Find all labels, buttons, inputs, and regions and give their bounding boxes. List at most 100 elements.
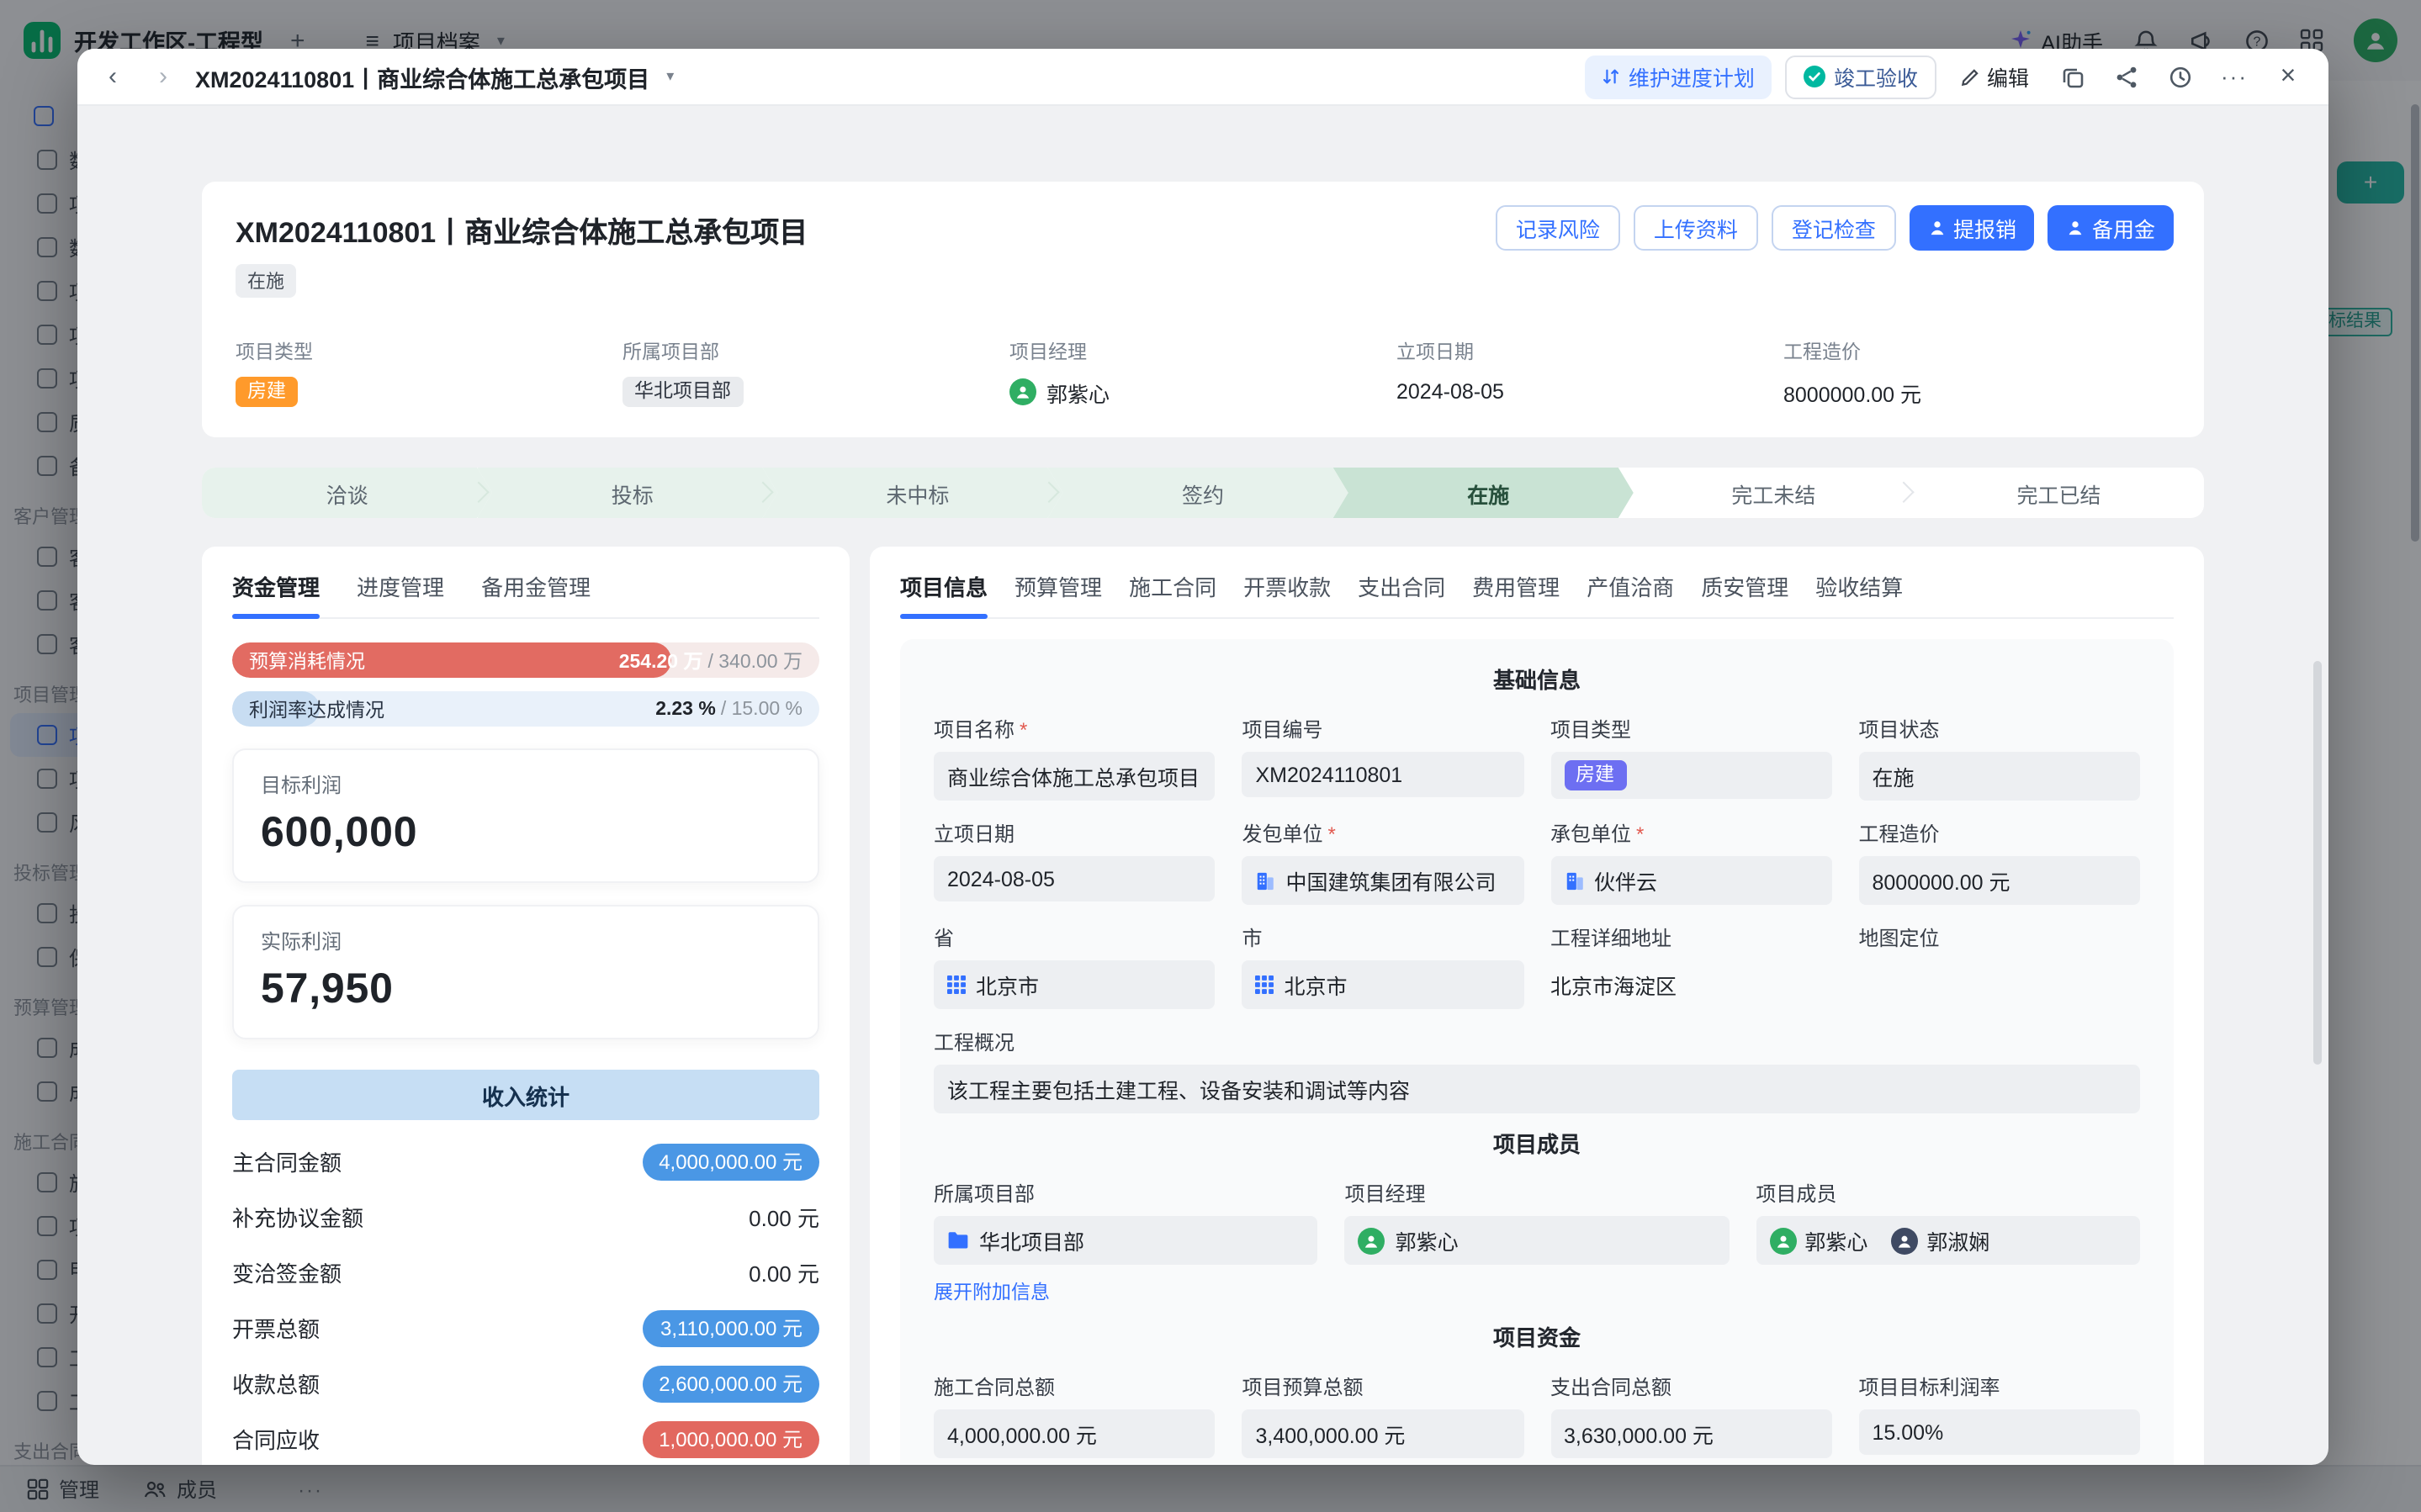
construction-contract-total-value[interactable]: 4,000,000.00 元 [934,1409,1216,1458]
tab-budget-management[interactable]: 预算管理 [1014,570,1102,617]
avatar [1891,1227,1918,1254]
project-header-card: XM2024110801丨商业综合体施工总承包项目 在施 记录风险 上传资料 登… [202,182,2204,437]
tab-construction-contract[interactable]: 施工合同 [1129,570,1216,617]
row-main-contract: 主合同金额 4,000,000.00 元 [232,1134,819,1189]
project-overview-value[interactable]: 该工程主要包括土建工程、设备安装和调试等内容 [934,1065,2140,1113]
project-type-value[interactable]: 房建 [1550,752,1832,799]
member-chip: 郭紫心 [1769,1224,1867,1256]
city-value[interactable]: 北京市 [1242,960,1524,1009]
tab-quality-safety[interactable]: 质安管理 [1701,570,1788,617]
target-profit-card: 目标利润 600,000 [232,748,819,883]
tab-invoice-collection[interactable]: 开票收款 [1243,570,1331,617]
budget-total-value[interactable]: 3,400,000.00 元 [1242,1409,1524,1458]
detail-address-value[interactable]: 北京市海淀区 [1550,960,1832,1009]
expense-claim-button[interactable]: 提报销 [1910,205,2035,251]
field-project-cost: 工程造价 8000000.00 元 [1859,819,2141,905]
project-stage-stepper: 洽谈 投标 未中标 签约 在施 完工未结 完工已结 [202,468,2204,518]
step-finished-settled[interactable]: 完工已结 [1904,468,2204,518]
field-expense-contract-total: 支出合同总额 3,630,000.00 元 [1550,1372,1832,1458]
fund-panel: 资金管理 进度管理 备用金管理 预算消耗情况 254.20 万/ 340.00 … [202,547,850,1465]
meta-manager: 项目经理 郭紫心 [1009,338,1396,407]
tab-petty-cash-management[interactable]: 备用金管理 [481,570,591,617]
avatar [1359,1227,1385,1254]
edit-button[interactable]: 编辑 [1950,55,2039,98]
start-date-value[interactable]: 2024-08-05 [934,856,1216,901]
field-contractor-company: 承包单位 伙伴云 [1550,819,1832,905]
project-code-value[interactable]: XM2024110801 [1242,752,1524,797]
tab-fund-management[interactable]: 资金管理 [232,570,320,617]
field-budget-total: 项目预算总额 3,400,000.00 元 [1242,1372,1524,1458]
check-circle-icon [1804,66,1825,87]
project-manager-value[interactable]: 郭紫心 [1345,1216,1730,1265]
income-statistics-button[interactable]: 收入统计 [232,1070,819,1120]
upload-file-button[interactable]: 上传资料 [1634,205,1758,251]
tab-expense-contract[interactable]: 支出合同 [1358,570,1445,617]
tab-progress-management[interactable]: 进度管理 [357,570,444,617]
project-cost-value[interactable]: 8000000.00 元 [1859,856,2141,905]
step-negotiation[interactable]: 洽谈 [202,468,492,518]
tab-output-negotiation[interactable]: 产值洽商 [1587,570,1674,617]
owner-company-value[interactable]: 中国建筑集团有限公司 [1242,856,1524,905]
step-finished-unsettled[interactable]: 完工未结 [1618,468,1919,518]
actual-profit-value: 57,950 [261,965,791,1014]
project-members-value[interactable]: 郭紫心 郭淑娴 [1756,1216,2140,1265]
sort-arrows-icon [1602,67,1620,86]
meta-project-type: 项目类型 房建 [236,338,622,407]
completion-acceptance-label: 竣工验收 [1834,61,1918,93]
project-status-value[interactable]: 在施 [1859,752,2141,801]
register-inspection-button[interactable]: 登记检查 [1772,205,1896,251]
project-info-panel: 项目信息 预算管理 施工合同 开票收款 支出合同 费用管理 产值洽商 质安管理 … [870,547,2204,1465]
meta-department: 所属项目部 华北项目部 [622,338,1009,407]
start-date-value: 2024-08-05 [1396,380,1504,404]
prev-record-button[interactable]: ‹ [94,58,131,95]
field-project-code: 项目编号 XM2024110801 [1242,715,1524,801]
maintain-schedule-button[interactable]: 维护进度计划 [1585,55,1772,98]
tab-fee-management[interactable]: 费用管理 [1472,570,1560,617]
row-change-sign: 变洽签金额 0.00 元 [232,1245,819,1300]
pencil-icon [1960,66,1980,87]
map-location-value[interactable] [1859,960,2141,1006]
amount-badge: 3,110,000.00 元 [644,1309,819,1346]
department-value[interactable]: 华北项目部 [934,1216,1318,1265]
tab-acceptance-settlement[interactable]: 验收结算 [1815,570,1903,617]
left-tabs: 资金管理 进度管理 备用金管理 [232,570,819,619]
expand-extra-info-link[interactable]: 展开附加信息 [934,1278,1050,1305]
petty-cash-button[interactable]: 备用金 [2048,205,2174,251]
step-signed[interactable]: 签约 [1047,468,1348,518]
person-icon [1928,219,1947,237]
avatar [1769,1227,1796,1254]
field-project-manager: 项目经理 郭紫心 [1345,1179,1730,1307]
tab-project-info[interactable]: 项目信息 [900,570,988,617]
field-construction-contract-total: 施工合同总额 4,000,000.00 元 [934,1372,1216,1458]
close-icon[interactable]: × [2268,56,2308,97]
modal-title: XM2024110801丨商业综合体施工总承包项目 [195,60,649,93]
target-profit-value: 600,000 [261,809,791,858]
row-received-total: 收款总额 2,600,000.00 元 [232,1356,819,1411]
title-chevron-down-icon[interactable]: ▾ [666,67,674,86]
contractor-company-value[interactable]: 伙伴云 [1550,856,1832,905]
field-detail-address: 工程详细地址 北京市海淀区 [1550,923,1832,1009]
share-icon[interactable] [2106,56,2147,97]
fund-rows: 主合同金额 4,000,000.00 元 补充协议金额 0.00 元 变洽签金额… [232,1134,819,1465]
meta-project-cost: 工程造价 8000000.00 元 [1783,338,2170,407]
history-clock-icon[interactable] [2160,56,2201,97]
expense-contract-total-value[interactable]: 3,630,000.00 元 [1550,1409,1832,1458]
section-project-funds: 项目资金 [934,1320,2140,1352]
meta-start-date: 立项日期 2024-08-05 [1396,338,1783,407]
copy-icon[interactable] [2053,56,2093,97]
manager-name: 郭紫心 [1046,376,1110,408]
step-bidding[interactable]: 投标 [477,468,777,518]
profit-rate-bar: 利润率达成情况 2.23 %/ 15.00 % [232,691,819,727]
field-start-date: 立项日期 2024-08-05 [934,819,1216,905]
modal-scrollbar[interactable] [2313,661,2322,1065]
step-not-won[interactable]: 未中标 [762,468,1062,518]
record-risk-button[interactable]: 记录风险 [1496,205,1620,251]
expense-claim-label: 提报销 [1953,212,2016,244]
more-actions-icon[interactable]: ··· [2214,56,2254,97]
next-record-button[interactable]: › [145,58,182,95]
project-name-value[interactable]: 商业综合体施工总承包项目 [934,752,1216,801]
completion-acceptance-button[interactable]: 竣工验收 [1785,55,1936,98]
target-profit-rate-value[interactable]: 15.00% [1859,1409,2141,1455]
province-value[interactable]: 北京市 [934,960,1216,1009]
step-in-construction[interactable]: 在施 [1333,468,1634,518]
